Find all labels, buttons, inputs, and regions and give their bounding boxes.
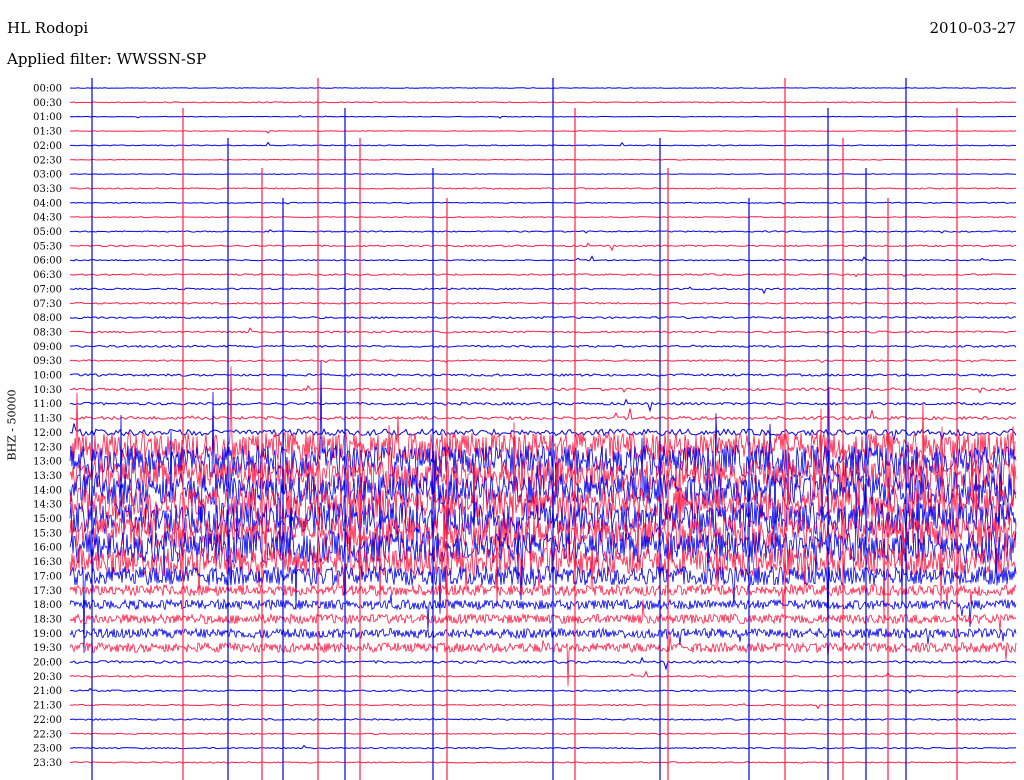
row-label: 15:00 (33, 514, 62, 525)
trace-line (69, 373, 1017, 377)
row-label: 17:30 (33, 586, 62, 597)
row-label: 14:30 (33, 500, 62, 511)
trace-line (70, 158, 1017, 161)
row-label: 03:00 (33, 170, 62, 181)
row-label: 13:00 (33, 457, 62, 468)
trace-line (69, 242, 1017, 252)
trace-line (69, 327, 1017, 334)
row-label: 00:00 (33, 84, 62, 95)
trace-line (69, 216, 1017, 219)
trace-line (69, 359, 1017, 364)
trace-line (69, 173, 1016, 175)
trace-line (69, 703, 1017, 710)
row-label: 07:00 (33, 284, 62, 295)
trace-line (69, 301, 1017, 305)
row-label: 10:30 (33, 385, 62, 396)
row-label: 00:30 (33, 98, 62, 109)
helicorder-plot: 00:00 00:30 01:00 01:30 02:00 02:30 03:00 03:30… (33, 78, 1017, 780)
row-label: 10:00 (33, 371, 62, 382)
row-label: 22:30 (33, 729, 62, 740)
trace-line (69, 687, 1017, 694)
row-label: 04:30 (33, 213, 62, 224)
trace-line (69, 316, 1017, 320)
row-label: 11:30 (33, 414, 62, 425)
trace-line (70, 717, 1017, 721)
trace-line (69, 732, 1017, 735)
trace-line (69, 594, 1017, 631)
row-label: 20:30 (33, 672, 62, 683)
trace-line (69, 130, 1017, 134)
row-label: 09:00 (33, 342, 62, 353)
row-label: 16:30 (33, 557, 62, 568)
row-label: 23:30 (33, 758, 62, 769)
row-label: 07:30 (33, 299, 62, 310)
row-label: 20:00 (33, 658, 62, 669)
row-label: 08:30 (33, 327, 62, 338)
trace-line (69, 656, 1017, 671)
row-label: 15:30 (33, 528, 62, 539)
trace-line (69, 187, 1017, 190)
trace-line (69, 744, 1017, 750)
trace-line (69, 255, 1017, 262)
trace-line (69, 761, 1017, 764)
row-label: 11:00 (33, 399, 62, 410)
row-label: 19:30 (33, 643, 62, 654)
trace-line (69, 87, 1017, 90)
row-label: 14:00 (33, 485, 62, 496)
row-label: 01:30 (33, 127, 62, 138)
row-label: 05:00 (33, 227, 62, 238)
row-label: 21:00 (33, 686, 62, 697)
trace-line (69, 398, 1017, 413)
row-label: 21:30 (33, 701, 62, 712)
trace-line (69, 101, 1016, 104)
row-label: 09:30 (33, 356, 62, 367)
trace-line (69, 229, 1017, 234)
row-label: 04:00 (33, 198, 62, 209)
trace-line (69, 273, 1017, 278)
row-label: 18:00 (33, 600, 62, 611)
row-label: 01:00 (33, 112, 62, 123)
row-label: 06:00 (33, 256, 62, 267)
row-label: 02:30 (33, 155, 62, 166)
row-label: 08:00 (33, 313, 62, 324)
row-label: 02:00 (33, 141, 62, 152)
trace-line (69, 201, 1017, 205)
trace-line (70, 141, 1017, 147)
trace-line (69, 408, 1017, 421)
row-label: 17:00 (33, 571, 62, 582)
row-label: 22:00 (33, 715, 62, 726)
trace-line (69, 635, 1017, 687)
trace-line (69, 286, 1017, 295)
row-label: 23:00 (33, 744, 62, 755)
row-label: 05:30 (33, 241, 62, 252)
row-label: 19:00 (33, 629, 62, 640)
row-label: 12:00 (33, 428, 62, 439)
row-label: 12:30 (33, 442, 62, 453)
trace-line (69, 385, 1017, 394)
row-label: 16:00 (33, 543, 62, 554)
row-label: 18:30 (33, 614, 62, 625)
trace-line (69, 670, 1016, 678)
trace-line (69, 114, 1017, 119)
trace-line (69, 344, 1017, 348)
row-label: 03:30 (33, 184, 62, 195)
row-label: 06:30 (33, 270, 62, 281)
row-label: 13:30 (33, 471, 62, 482)
